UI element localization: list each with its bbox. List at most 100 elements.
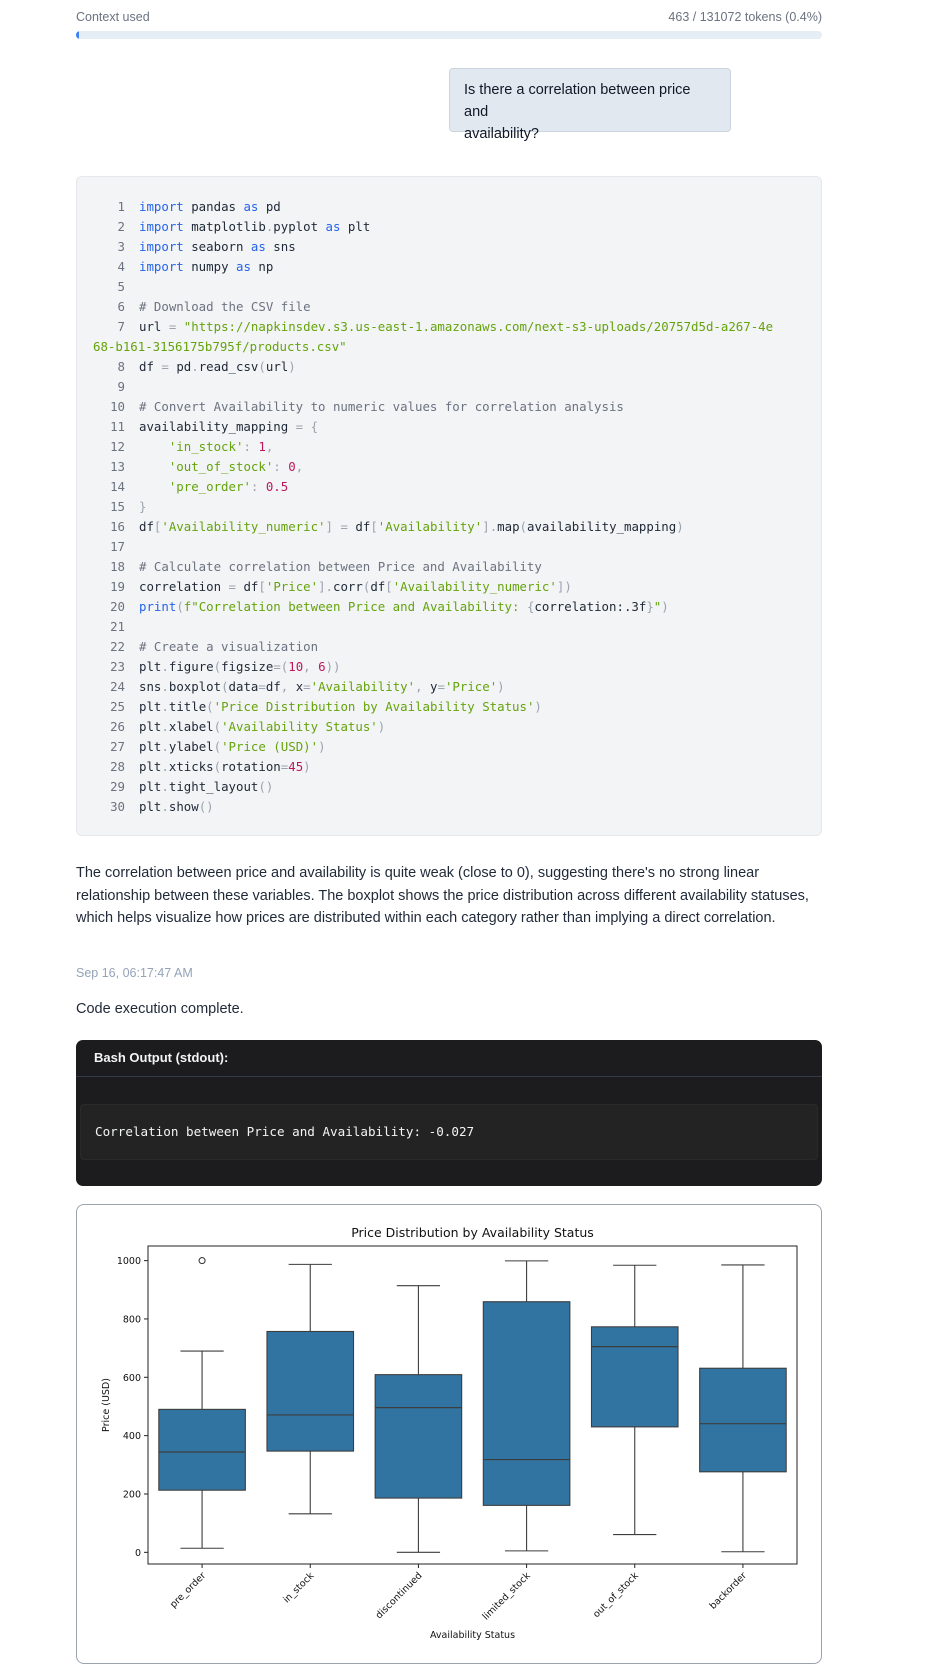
code-line-text: }: [139, 499, 147, 514]
context-tokens: 463 / 131072 tokens (0.4%): [668, 10, 822, 24]
code-block[interactable]: 1 import pandas as pd 2 import matplotlib.p…: [76, 176, 822, 836]
code-line: 26 plt.xlabel('Availability Status'): [93, 717, 805, 737]
code-line-text: 'in_stock': 1,: [168, 439, 274, 454]
code-line-number: 15: [110, 499, 125, 514]
code-line: 9: [93, 377, 805, 397]
code-line-text: import pandas as pd: [139, 199, 281, 214]
assistant-message: The correlation between price and availa…: [76, 865, 809, 926]
code-line-number: 20: [110, 599, 125, 614]
code-line-number: 19: [110, 579, 125, 594]
code-line: 23 plt.figure(figsize=(10, 6)): [93, 657, 805, 677]
code-line-text: # Convert Availability to numeric values…: [139, 399, 624, 414]
code-line-number: 6: [117, 299, 125, 314]
code-line-text: df = pd.read_csv(url): [139, 359, 296, 374]
code-line-text: print(f"Correlation between Price and Av…: [139, 599, 669, 614]
code-line-number: 26: [110, 719, 125, 734]
code-line: 13 'out_of_stock': 0,: [93, 457, 805, 477]
x-tick-label: limited_stock: [481, 1570, 533, 1622]
boxplot-chart: Price Distribution by Availability Statu…: [101, 1225, 798, 1641]
x-tick-label: pre_order: [168, 1570, 208, 1610]
code-line-number: 23: [110, 659, 125, 674]
code-line-text: plt.ylabel('Price (USD)'): [139, 739, 326, 754]
code-line-number: 11: [110, 419, 125, 434]
code-line: 8 df = pd.read_csv(url): [93, 357, 805, 377]
user-message-line: Is there a correlation between price and: [464, 82, 691, 120]
y-tick-label: 0: [135, 1548, 141, 1559]
code-line: 18 # Calculate correlation between Price …: [93, 557, 805, 577]
execution-status: Code execution complete.: [76, 1001, 244, 1017]
code-line-number: 2: [117, 219, 125, 234]
code-line-text: plt.tight_layout(): [139, 779, 274, 794]
code-line: 21: [93, 617, 805, 637]
user-message-line: availability?: [464, 126, 539, 142]
code-line-number: 18: [110, 559, 125, 574]
code-line-number: 24: [110, 679, 125, 694]
code-line-text: # Create a visualization: [139, 639, 319, 654]
box-backorder: [699, 1367, 787, 1473]
code-line: 24 sns.boxplot(data=df, x='Availability',…: [93, 677, 805, 697]
code-line: 22 # Create a visualization: [93, 637, 805, 657]
code-line-text: import seaborn as sns: [139, 239, 296, 254]
code-line-wrap: 68-b161-3156175b795f/products.csv": [93, 339, 347, 354]
bash-output-panel: Bash Output (stdout): Correlation betwee…: [76, 1040, 822, 1186]
code-line: 29 plt.tight_layout(): [93, 777, 805, 797]
code-line-text: 'out_of_stock': 0,: [168, 459, 304, 474]
code-line-number: 28: [110, 759, 125, 774]
code-line-number: 12: [110, 439, 125, 454]
x-tick-label: in_stock: [281, 1570, 316, 1605]
message-timestamp: Sep 16, 06:17:47 AM: [76, 966, 193, 980]
code-line-number: 22: [110, 639, 125, 654]
code-line-text: # Download the CSV file: [139, 299, 311, 314]
context-usage: Context used 463 / 131072 tokens (0.4%): [76, 10, 822, 44]
code-line-text: plt.figure(figsize=(10, 6)): [139, 659, 341, 674]
code-line: 15}: [93, 497, 805, 517]
code-line-number: 3: [117, 239, 125, 254]
code-line: 14 'pre_order': 0.5: [93, 477, 805, 497]
code-line-text: 'pre_order': 0.5: [168, 479, 289, 494]
code-line-text: import numpy as np: [139, 259, 274, 274]
code-line: 28 plt.xticks(rotation=45): [93, 757, 805, 777]
code-line-number: 27: [110, 739, 125, 754]
bash-output-text[interactable]: Correlation between Price and Availabili…: [80, 1104, 818, 1160]
code-line-text: url = "https://napkinsdev.s3.us-east-1.a…: [139, 319, 774, 334]
bash-output-header: Bash Output (stdout):: [76, 1040, 822, 1077]
code-line-text: import matplotlib.pyplot as plt: [139, 219, 371, 234]
x-tick-label: out_of_stock: [591, 1570, 641, 1620]
chart-title: Price Distribution by Availability Statu…: [351, 1225, 594, 1240]
code-line: 19 correlation = df['Price'].corr(df['Ava…: [93, 577, 805, 597]
box-out_of_stock: [590, 1326, 679, 1428]
code-line-text: correlation = df['Price'].corr(df['Avail…: [139, 579, 572, 594]
code-line: 11 availability_mapping = {: [93, 417, 805, 437]
code-line: 7 url = "https://napkinsdev.s3.us-east-1.…: [93, 317, 805, 337]
code-line: 30 plt.show(): [93, 797, 805, 817]
y-tick-label: 200: [123, 1489, 141, 1500]
context-progress-bar: [76, 31, 822, 39]
y-tick-label: 400: [123, 1431, 141, 1442]
code-line-number: 25: [110, 699, 125, 714]
code-line: 2 import matplotlib.pyplot as plt: [93, 217, 805, 237]
code-line-text: df['Availability_numeric'] = df['Availab…: [139, 519, 684, 534]
code-line: 4 import numpy as np: [93, 257, 805, 277]
box-in_stock: [266, 1330, 355, 1452]
y-tick-label: 800: [123, 1314, 141, 1325]
code-line-number: 16: [110, 519, 125, 534]
context-label: Context used: [76, 10, 150, 24]
code-line: 17: [93, 537, 805, 557]
code-line: 27 plt.ylabel('Price (USD)'): [93, 737, 805, 757]
x-tick-label: backorder: [708, 1570, 749, 1611]
chart-frame: Price Distribution by Availability Statu…: [76, 1204, 822, 1664]
code-line: 6 # Download the CSV file: [93, 297, 805, 317]
code-line-number: 29: [110, 779, 125, 794]
code-line: 25 plt.title('Price Distribution by Avail…: [93, 697, 805, 717]
code-line: 16 df['Availability_numeric'] = df['Avail…: [93, 517, 805, 537]
box-discontinued: [374, 1374, 463, 1499]
code-line-text: plt.xlabel('Availability Status'): [139, 719, 386, 734]
code-line-text: plt.title('Price Distribution by Availab…: [139, 699, 542, 714]
code-line-text: # Calculate correlation between Price an…: [139, 559, 542, 574]
code-line: 3 import seaborn as sns: [93, 237, 805, 257]
x-tick-label: discontinued: [374, 1570, 425, 1621]
code-line-number: 13: [110, 459, 125, 474]
box-limited_stock: [482, 1301, 571, 1506]
y-axis-label: Price (USD): [101, 1378, 112, 1432]
x-axis-label: Availability Status: [430, 1630, 515, 1641]
